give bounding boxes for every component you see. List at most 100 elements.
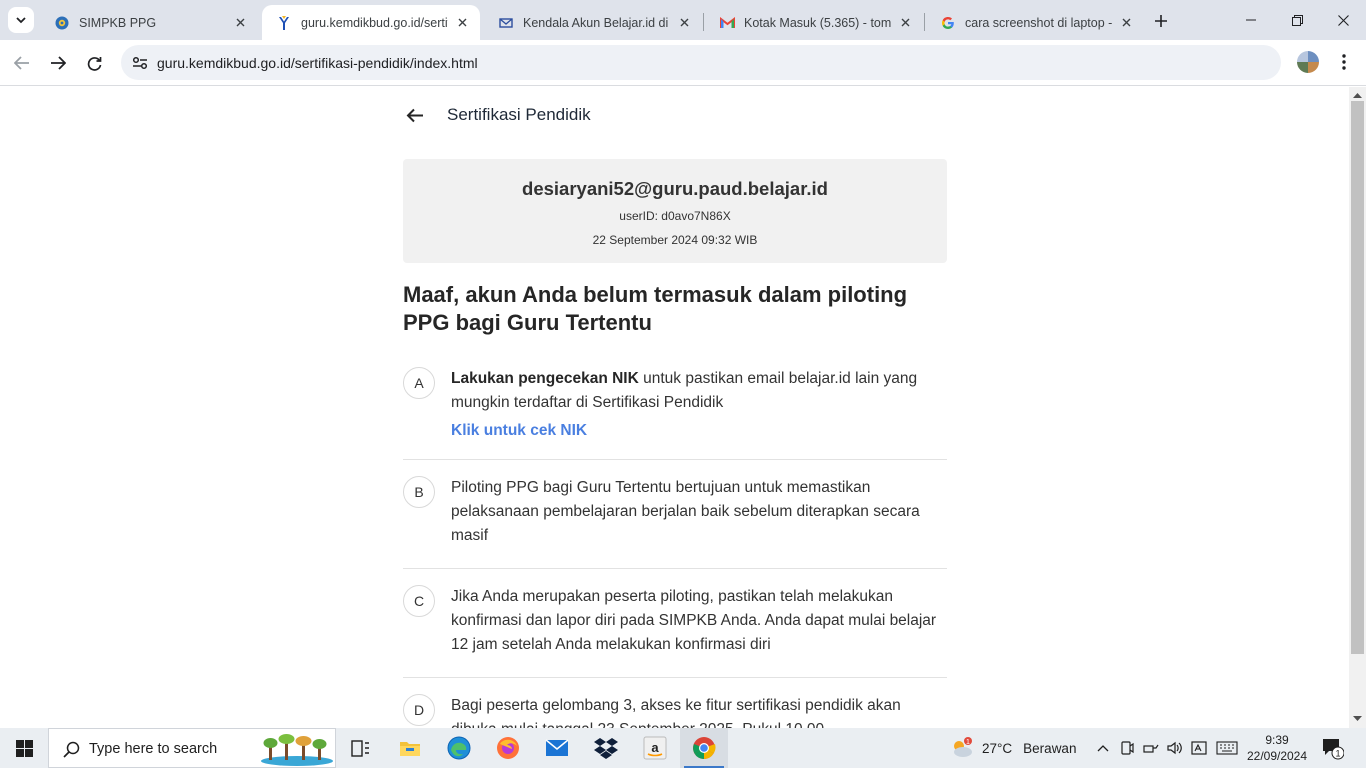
tab-kendala[interactable]: Kendala Akun Belajar.id di Si: [484, 5, 702, 40]
address-bar[interactable]: guru.kemdikbud.go.id/sertifikasi-pendidi…: [121, 45, 1281, 80]
page-title: Sertifikasi Pendidik: [447, 105, 591, 124]
kemdikbud-logo-icon: [276, 15, 292, 31]
arrow-left-icon: [14, 56, 29, 70]
url-text[interactable]: guru.kemdikbud.go.id/sertifikasi-pendidi…: [157, 55, 478, 71]
minimize-icon: [1246, 19, 1256, 21]
search-placeholder: Type here to search: [89, 741, 218, 757]
close-icon[interactable]: [1118, 15, 1134, 31]
clock-date: 22/09/2024: [1246, 749, 1308, 763]
step-text: Bagi peserta gelombang 3, akses ke fitur…: [451, 697, 901, 728]
weather-temp: 27°C: [982, 740, 1013, 756]
tab-search-button[interactable]: [8, 7, 34, 33]
svg-text:a: a: [651, 740, 659, 755]
menu-button[interactable]: [1332, 50, 1356, 74]
windows-logo-icon: [15, 739, 33, 757]
tab-simpkb[interactable]: SIMPKB PPG: [40, 5, 258, 40]
vertical-scrollbar[interactable]: [1349, 87, 1366, 728]
meet-now-icon[interactable]: [1117, 728, 1137, 768]
mail-icon[interactable]: [533, 728, 581, 768]
google-icon: [940, 15, 956, 31]
notification-count: 1: [1335, 749, 1340, 759]
divider: [403, 459, 947, 460]
new-tab-button[interactable]: [1150, 10, 1172, 32]
search-icon: [61, 739, 81, 759]
close-icon[interactable]: [676, 15, 692, 31]
tab-separator: [924, 13, 925, 31]
scroll-down-arrow-icon[interactable]: [1353, 714, 1362, 722]
tab-google-search[interactable]: cara screenshot di laptop - P: [926, 5, 1144, 40]
step-text: Lakukan pengecekan NIK untuk pastikan em…: [451, 367, 941, 415]
check-nik-link[interactable]: Klik untuk cek NIK: [451, 422, 587, 440]
reload-button[interactable]: [79, 48, 109, 78]
account-user-id: userID: d0avo7N86X: [619, 209, 731, 223]
site-info-icon[interactable]: [127, 50, 153, 76]
start-button[interactable]: [0, 728, 48, 768]
system-clock[interactable]: 9:39 22/09/2024: [1244, 732, 1310, 764]
document-icon: [498, 15, 514, 31]
weather-condition: Berawan: [1023, 740, 1077, 756]
step-text: Piloting PPG bagi Guru Tertentu bertujua…: [451, 479, 920, 544]
clock-time: 9:39: [1265, 733, 1289, 747]
close-window-button[interactable]: [1320, 0, 1366, 40]
notification-icon[interactable]: 1: [1320, 736, 1344, 760]
account-timestamp: 22 September 2024 09:32 WIB: [592, 233, 758, 247]
tut-wuri-handayani-icon: [54, 15, 70, 31]
step-text-bold: Lakukan pengecekan NIK: [451, 370, 639, 387]
forward-button[interactable]: [43, 48, 73, 78]
tab-title: cara screenshot di laptop - P: [965, 15, 1112, 30]
step-a: A Lakukan pengecekan NIK untuk pastikan …: [403, 365, 947, 455]
chevron-up-icon[interactable]: [1093, 728, 1113, 768]
gmail-icon: [719, 15, 735, 31]
step-letter: C: [403, 585, 435, 617]
reload-icon: [87, 56, 101, 71]
back-arrow-icon[interactable]: [403, 103, 427, 127]
browser-toolbar: guru.kemdikbud.go.id/sertifikasi-pendidi…: [0, 40, 1366, 86]
page-viewport: Sertifikasi Pendidik desiaryani52@guru.p…: [0, 87, 1366, 728]
minimize-button[interactable]: [1228, 0, 1274, 40]
tab-gmail[interactable]: Kotak Masuk (5.365) - tomyh: [705, 5, 923, 40]
step-text: Jika Anda merupakan peserta piloting, pa…: [451, 588, 937, 653]
account-email: desiaryani52@guru.paud.belajar.id: [522, 178, 828, 199]
amazon-icon[interactable]: a: [631, 728, 679, 768]
chevron-down-icon: [16, 16, 26, 23]
network-icon[interactable]: [1141, 728, 1161, 768]
chrome-icon[interactable]: [680, 728, 728, 768]
task-view-icon[interactable]: [336, 728, 384, 768]
back-button[interactable]: [7, 48, 37, 78]
close-icon[interactable]: [454, 15, 470, 31]
account-card: desiaryani52@guru.paud.belajar.id userID…: [403, 159, 947, 263]
restore-icon: [1291, 14, 1303, 26]
restore-button[interactable]: [1274, 0, 1320, 40]
search-highlight-illustration: [261, 734, 333, 766]
divider: [403, 677, 947, 678]
language-icon[interactable]: [1189, 728, 1209, 768]
keyboard-icon[interactable]: [1213, 728, 1241, 768]
scroll-up-arrow-icon[interactable]: [1353, 91, 1362, 99]
step-b: B Piloting PPG bagi Guru Tertentu bertuj…: [403, 474, 947, 554]
firefox-icon[interactable]: [484, 728, 532, 768]
file-explorer-icon[interactable]: [386, 728, 434, 768]
volume-icon[interactable]: [1165, 728, 1185, 768]
page-header: Sertifikasi Pendidik: [403, 101, 591, 129]
tab-sertifikasi[interactable]: guru.kemdikbud.go.id/sertifi: [262, 5, 480, 40]
step-c: C Jika Anda merupakan peserta piloting, …: [403, 583, 947, 663]
tab-strip: SIMPKB PPG guru.kemdikbud.go.id/sertifi …: [0, 0, 1366, 40]
tab-title: Kotak Masuk (5.365) - tomyh: [744, 15, 891, 30]
taskbar-search-box[interactable]: Type here to search: [48, 728, 336, 768]
tab-separator: [703, 13, 704, 31]
profile-avatar[interactable]: [1297, 51, 1319, 73]
windows-taskbar: Type here to search a 1 27°C Berawan 9:3…: [0, 728, 1366, 768]
scrollbar-thumb[interactable]: [1351, 101, 1364, 654]
step-letter: B: [403, 476, 435, 508]
tab-title: Kendala Akun Belajar.id di Si: [523, 15, 670, 30]
step-letter: A: [403, 367, 435, 399]
edge-icon[interactable]: [435, 728, 483, 768]
close-icon[interactable]: [897, 15, 913, 31]
close-icon[interactable]: [232, 15, 248, 31]
cloud-sun-icon: 1: [950, 736, 974, 760]
weather-alert-count: 1: [966, 739, 970, 746]
dropbox-icon[interactable]: [582, 728, 630, 768]
weather-widget[interactable]: 1 27°C Berawan: [950, 728, 1076, 768]
close-icon: [1337, 14, 1349, 26]
tab-title: SIMPKB PPG: [79, 15, 157, 30]
